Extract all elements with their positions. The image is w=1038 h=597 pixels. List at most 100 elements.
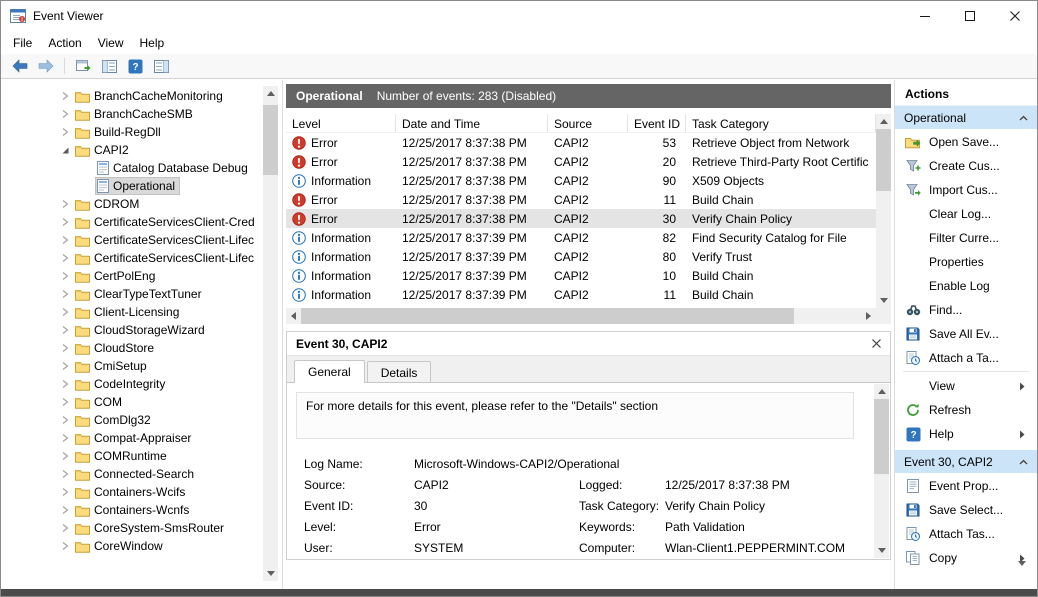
scroll-thumb[interactable] — [874, 399, 889, 474]
tree-item-capi2[interactable]: CAPI2 — [1, 141, 282, 159]
column-header-source[interactable]: Source — [548, 114, 628, 132]
chevron-expanded-icon[interactable] — [57, 142, 73, 158]
action-enable-log[interactable]: Enable Log — [895, 274, 1037, 298]
tree-item-branchcachemonitoring[interactable]: BranchCacheMonitoring — [1, 87, 282, 105]
scroll-up-button[interactable] — [263, 86, 278, 101]
event-row[interactable]: Information12/25/2017 8:37:38 PMCAPI290X… — [286, 171, 876, 190]
tree-item-certificateservicesclient-lifec[interactable]: CertificateServicesClient-Lifec — [1, 231, 282, 249]
action-refresh[interactable]: Refresh — [895, 398, 1037, 422]
chevron-collapsed-icon[interactable] — [57, 106, 73, 122]
column-header-event-id[interactable]: Event ID — [628, 114, 686, 132]
scroll-thumb[interactable] — [263, 105, 278, 175]
action-save-select[interactable]: Save Select... — [895, 498, 1037, 522]
action-create-cus[interactable]: Create Cus... — [895, 154, 1037, 178]
help-button[interactable]: ? — [124, 55, 147, 77]
event-row[interactable]: Error12/25/2017 8:37:38 PMCAPI253Retriev… — [286, 133, 876, 152]
export-list-button[interactable] — [72, 55, 95, 77]
tree-item-containers-wcnfs[interactable]: Containers-Wcnfs — [1, 501, 282, 519]
scroll-up-button[interactable] — [876, 114, 891, 129]
event-row[interactable]: Information12/25/2017 8:37:39 PMCAPI280V… — [286, 247, 876, 266]
scroll-right-button[interactable] — [861, 308, 876, 324]
tree-item-cloudstore[interactable]: CloudStore — [1, 339, 282, 357]
chevron-collapsed-icon[interactable] — [57, 520, 73, 536]
collapse-chevron-icon[interactable] — [1019, 459, 1028, 465]
tree-item-certificateservicesclient-lifec[interactable]: CertificateServicesClient-Lifec — [1, 249, 282, 267]
minimize-button[interactable] — [902, 1, 947, 31]
chevron-collapsed-icon[interactable] — [57, 322, 73, 338]
event-row[interactable]: Information12/25/2017 8:37:39 PMCAPI211B… — [286, 285, 876, 304]
event-row[interactable]: Error12/25/2017 8:37:38 PMCAPI230Verify … — [286, 209, 876, 228]
back-button[interactable] — [8, 55, 31, 77]
event-list-vertical-scrollbar[interactable] — [876, 114, 891, 308]
action-group-header-event-30-capi2[interactable]: Event 30, CAPI2 — [895, 450, 1037, 473]
chevron-collapsed-icon[interactable] — [57, 394, 73, 410]
chevron-collapsed-icon[interactable] — [57, 358, 73, 374]
maximize-button[interactable] — [947, 1, 992, 31]
action-save-all-ev[interactable]: Save All Ev... — [895, 322, 1037, 346]
action-group-header-operational[interactable]: Operational — [895, 106, 1037, 129]
action-open-save[interactable]: Open Save... — [895, 130, 1037, 154]
action-help[interactable]: ?Help — [895, 422, 1037, 446]
tree-item-coresystem-smsrouter[interactable]: CoreSystem-SmsRouter — [1, 519, 282, 537]
tree-item-catalog-database-debug[interactable]: Catalog Database Debug — [1, 159, 282, 177]
tree-item-cloudstoragewizard[interactable]: CloudStorageWizard — [1, 321, 282, 339]
tree-item-cmisetup[interactable]: CmiSetup — [1, 357, 282, 375]
scroll-left-button[interactable] — [286, 308, 301, 324]
tree-item-build-regdll[interactable]: Build-RegDll — [1, 123, 282, 141]
action-clear-log[interactable]: Clear Log... — [895, 202, 1037, 226]
chevron-collapsed-icon[interactable] — [57, 340, 73, 356]
tree-item-branchcachesmb[interactable]: BranchCacheSMB — [1, 105, 282, 123]
scroll-up-button[interactable] — [874, 384, 889, 399]
chevron-collapsed-icon[interactable] — [57, 214, 73, 230]
chevron-collapsed-icon[interactable] — [57, 304, 73, 320]
scroll-thumb[interactable] — [301, 308, 794, 324]
tree-item-cdrom[interactable]: CDROM — [1, 195, 282, 213]
tree-item-comdlg32[interactable]: ComDlg32 — [1, 411, 282, 429]
chevron-collapsed-icon[interactable] — [57, 412, 73, 428]
chevron-collapsed-icon[interactable] — [57, 484, 73, 500]
column-header-task-category[interactable]: Task Category — [686, 114, 876, 132]
preview-close-button[interactable] — [872, 339, 881, 348]
close-button[interactable] — [992, 1, 1037, 31]
chevron-collapsed-icon[interactable] — [57, 466, 73, 482]
tree-item-codeintegrity[interactable]: CodeIntegrity — [1, 375, 282, 393]
tree-item-com[interactable]: COM — [1, 393, 282, 411]
tree-scrollbar[interactable] — [263, 86, 278, 581]
action-attach-tas[interactable]: Attach Tas... — [895, 522, 1037, 546]
tree-item-connected-search[interactable]: Connected-Search — [1, 465, 282, 483]
chevron-collapsed-icon[interactable] — [57, 538, 73, 554]
tree-item-certificateservicesclient-cred[interactable]: CertificateServicesClient-Cred — [1, 213, 282, 231]
action-import-cus[interactable]: Import Cus... — [895, 178, 1037, 202]
action-event-prop[interactable]: Event Prop... — [895, 474, 1037, 498]
action-view[interactable]: View — [895, 374, 1037, 398]
menu-file[interactable]: File — [5, 33, 40, 53]
show-action-pane-button[interactable] — [150, 55, 173, 77]
chevron-collapsed-icon[interactable] — [57, 448, 73, 464]
tab-general[interactable]: General — [294, 360, 365, 383]
chevron-collapsed-icon[interactable] — [57, 502, 73, 518]
scroll-track[interactable] — [263, 101, 278, 566]
chevron-collapsed-icon[interactable] — [57, 232, 73, 248]
scroll-track[interactable] — [874, 399, 889, 543]
forward-button[interactable] — [34, 55, 57, 77]
chevron-collapsed-icon[interactable] — [57, 376, 73, 392]
action-filter-curre[interactable]: Filter Curre... — [895, 226, 1037, 250]
scroll-thumb[interactable] — [876, 129, 891, 191]
action-find[interactable]: Find... — [895, 298, 1037, 322]
chevron-collapsed-icon[interactable] — [57, 124, 73, 140]
chevron-collapsed-icon[interactable] — [57, 250, 73, 266]
tab-details[interactable]: Details — [367, 361, 432, 382]
chevron-collapsed-icon[interactable] — [57, 268, 73, 284]
tree-item-certpoleng[interactable]: CertPolEng — [1, 267, 282, 285]
chevron-collapsed-icon[interactable] — [57, 88, 73, 104]
actions-scroll-down-button[interactable] — [1015, 557, 1029, 569]
tree-item-compat-appraiser[interactable]: Compat-Appraiser — [1, 429, 282, 447]
menu-help[interactable]: Help — [132, 33, 173, 53]
event-row[interactable]: Error12/25/2017 8:37:38 PMCAPI220Retriev… — [286, 152, 876, 171]
tree-item-containers-wcifs[interactable]: Containers-Wcifs — [1, 483, 282, 501]
scroll-down-button[interactable] — [874, 543, 889, 558]
tree-item-client-licensing[interactable]: Client-Licensing — [1, 303, 282, 321]
tree-item-cleartypetexttuner[interactable]: ClearTypeTextTuner — [1, 285, 282, 303]
preview-vertical-scrollbar[interactable] — [874, 384, 889, 558]
column-header-level[interactable]: Level — [286, 114, 396, 132]
